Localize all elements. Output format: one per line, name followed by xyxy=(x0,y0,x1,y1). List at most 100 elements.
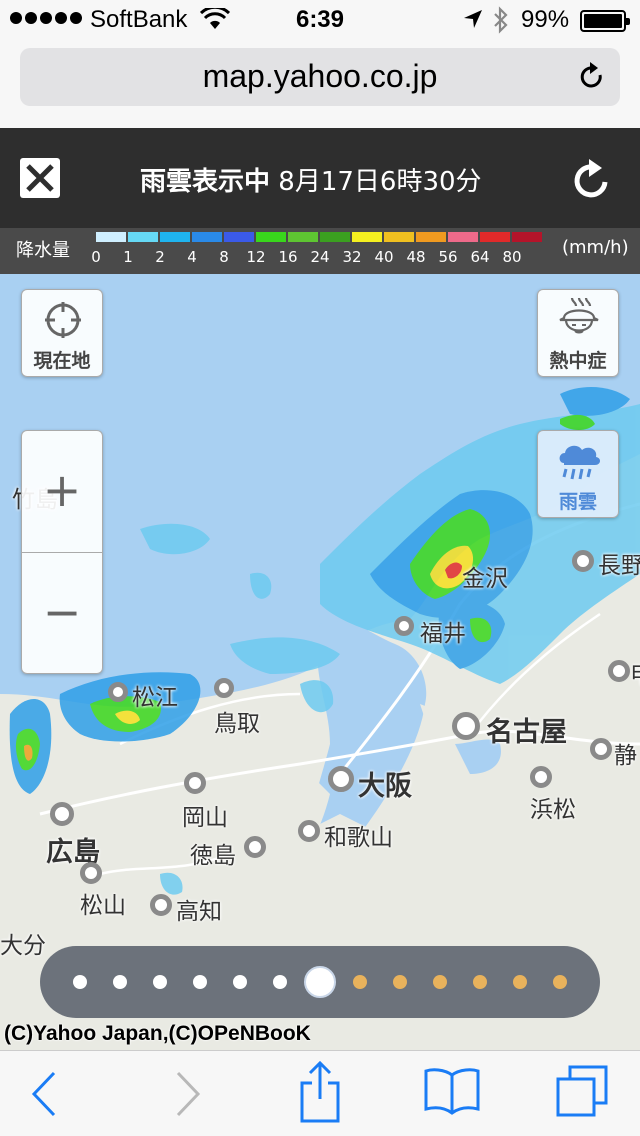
legend-tick-label: 16 xyxy=(278,248,298,266)
legend-tick-label: 48 xyxy=(406,248,426,266)
city-marker-wakayama xyxy=(298,820,320,842)
status-bar: SoftBank 6:39 99% xyxy=(0,0,640,40)
legend-swatch xyxy=(448,232,478,242)
legend-swatch xyxy=(480,232,510,242)
map-copyright: (C)Yahoo Japan,(C)OPeNBooK xyxy=(4,1022,311,1045)
legend-swatch xyxy=(256,232,286,242)
timeline-past-dot[interactable] xyxy=(193,975,207,989)
legend-tick-label: 64 xyxy=(470,248,490,266)
city-label-osaka: 大阪 xyxy=(358,771,412,802)
city-label-kanazawa: 金沢 xyxy=(462,566,508,592)
legend-tick-label: 24 xyxy=(310,248,330,266)
heatstroke-button[interactable]: 熱中症 xyxy=(537,289,619,377)
city-marker-matsue xyxy=(108,682,128,702)
timeline-forecast-dot[interactable] xyxy=(433,975,447,989)
city-label-matsue: 松江 xyxy=(132,685,178,711)
map-view[interactable]: 長野 金沢 福井 甲 松江 鳥取 名古屋 静 大阪 浜松 岡山 和歌山 広島 徳… xyxy=(0,274,640,1050)
legend-tick-label: 40 xyxy=(374,248,394,266)
city-label-hamamatsu: 浜松 xyxy=(530,797,576,823)
refresh-icon[interactable] xyxy=(570,158,614,202)
city-marker-shizuoka xyxy=(590,738,612,760)
city-label-matsuyama: 松山 xyxy=(80,893,126,919)
legend-tick-label: 1 xyxy=(123,248,133,266)
city-marker-koufu xyxy=(608,660,630,682)
city-marker-matsuyama xyxy=(80,862,102,884)
legend-swatch xyxy=(352,232,382,242)
timeline-forecast-dot[interactable] xyxy=(353,975,367,989)
city-marker-hamamatsu xyxy=(530,766,552,788)
timeline-past-dot[interactable] xyxy=(153,975,167,989)
city-label-oita: 大分 xyxy=(0,933,46,959)
radar-status-title: 雨雲表示中 8月17日6時30分 xyxy=(140,161,482,198)
legend-tick-label: 32 xyxy=(342,248,362,266)
legend-swatch xyxy=(224,232,254,242)
close-button[interactable] xyxy=(20,158,60,198)
rain-cloud-button[interactable]: 雨雲 xyxy=(537,430,619,518)
city-marker-nagano xyxy=(572,550,594,572)
timeline-past-dot[interactable] xyxy=(273,975,287,989)
city-label-nagoya: 名古屋 xyxy=(486,717,567,748)
address-bar[interactable]: map.yahoo.co.jp xyxy=(20,48,620,106)
timeline-past-dot[interactable] xyxy=(233,975,247,989)
city-label-wakayama: 和歌山 xyxy=(324,825,393,851)
timeline-past-dot[interactable] xyxy=(73,975,87,989)
timeline-forecast-dot[interactable] xyxy=(393,975,407,989)
legend-swatch xyxy=(96,232,126,242)
city-label-shizuoka: 静 xyxy=(614,743,637,769)
battery-icon xyxy=(580,10,630,32)
legend-swatch xyxy=(128,232,158,242)
heatstroke-face-icon xyxy=(559,297,599,334)
legend-swatch xyxy=(288,232,318,242)
zoom-in-button[interactable]: + xyxy=(22,431,102,552)
zoom-controls: + − xyxy=(21,430,103,674)
legend-unit: (mm/h) xyxy=(562,237,629,258)
city-marker-nagoya xyxy=(452,712,480,740)
legend-tick-label: 0 xyxy=(91,248,101,266)
current-location-label: 現在地 xyxy=(33,350,91,372)
forward-icon[interactable] xyxy=(172,1069,202,1119)
city-label-kochi: 高知 xyxy=(176,899,222,925)
location-arrow-icon xyxy=(464,10,482,28)
close-icon[interactable] xyxy=(20,158,60,198)
radar-mode-label: 雨雲表示中 xyxy=(140,167,271,197)
city-label-partial: 甲 xyxy=(630,656,640,690)
battery-percentage: 99% xyxy=(521,6,570,33)
city-label-okayama: 岡山 xyxy=(182,805,228,831)
tabs-icon[interactable] xyxy=(556,1065,608,1117)
legend-swatch xyxy=(512,232,542,242)
url-text[interactable]: map.yahoo.co.jp xyxy=(20,58,620,95)
city-marker-fukui xyxy=(394,616,414,636)
legend-tick-label: 12 xyxy=(246,248,266,266)
legend-swatch xyxy=(416,232,446,242)
bookmarks-icon[interactable] xyxy=(424,1067,480,1115)
legend-swatch xyxy=(192,232,222,242)
timeline-forecast-dot[interactable] xyxy=(513,975,527,989)
legend-tick-label: 4 xyxy=(187,248,197,266)
back-icon[interactable] xyxy=(30,1069,60,1119)
city-marker-osaka xyxy=(328,766,354,792)
legend-tick-label: 56 xyxy=(438,248,458,266)
timeline-past-dot[interactable] xyxy=(113,975,127,989)
legend-tick-label: 80 xyxy=(502,248,522,266)
city-label-nagano: 長野 xyxy=(598,553,640,579)
reload-icon[interactable] xyxy=(578,61,606,93)
heatstroke-label: 熱中症 xyxy=(549,350,607,372)
share-icon[interactable] xyxy=(298,1061,342,1123)
current-location-button[interactable]: 現在地 xyxy=(21,289,103,377)
city-label-tokushima: 徳島 xyxy=(190,843,236,869)
rain-cloud-icon xyxy=(559,445,601,480)
zoom-out-button[interactable]: − xyxy=(22,553,102,674)
city-marker-hiroshima xyxy=(50,802,74,826)
legend-swatch xyxy=(384,232,414,242)
rain-cloud-label: 雨雲 xyxy=(558,491,597,513)
city-label-fukui: 福井 xyxy=(420,621,466,647)
timeline-current-dot[interactable] xyxy=(304,966,336,998)
timeline-forecast-dot[interactable] xyxy=(473,975,487,989)
time-slider[interactable] xyxy=(40,946,600,1018)
radar-datetime: 8月17日6時30分 xyxy=(278,167,482,197)
legend-tick-label: 2 xyxy=(155,248,165,266)
timeline-forecast-dot[interactable] xyxy=(553,975,567,989)
city-marker-tokushima xyxy=(244,836,266,858)
city-marker-okayama xyxy=(184,772,206,794)
legend-tick-label: 8 xyxy=(219,248,229,266)
